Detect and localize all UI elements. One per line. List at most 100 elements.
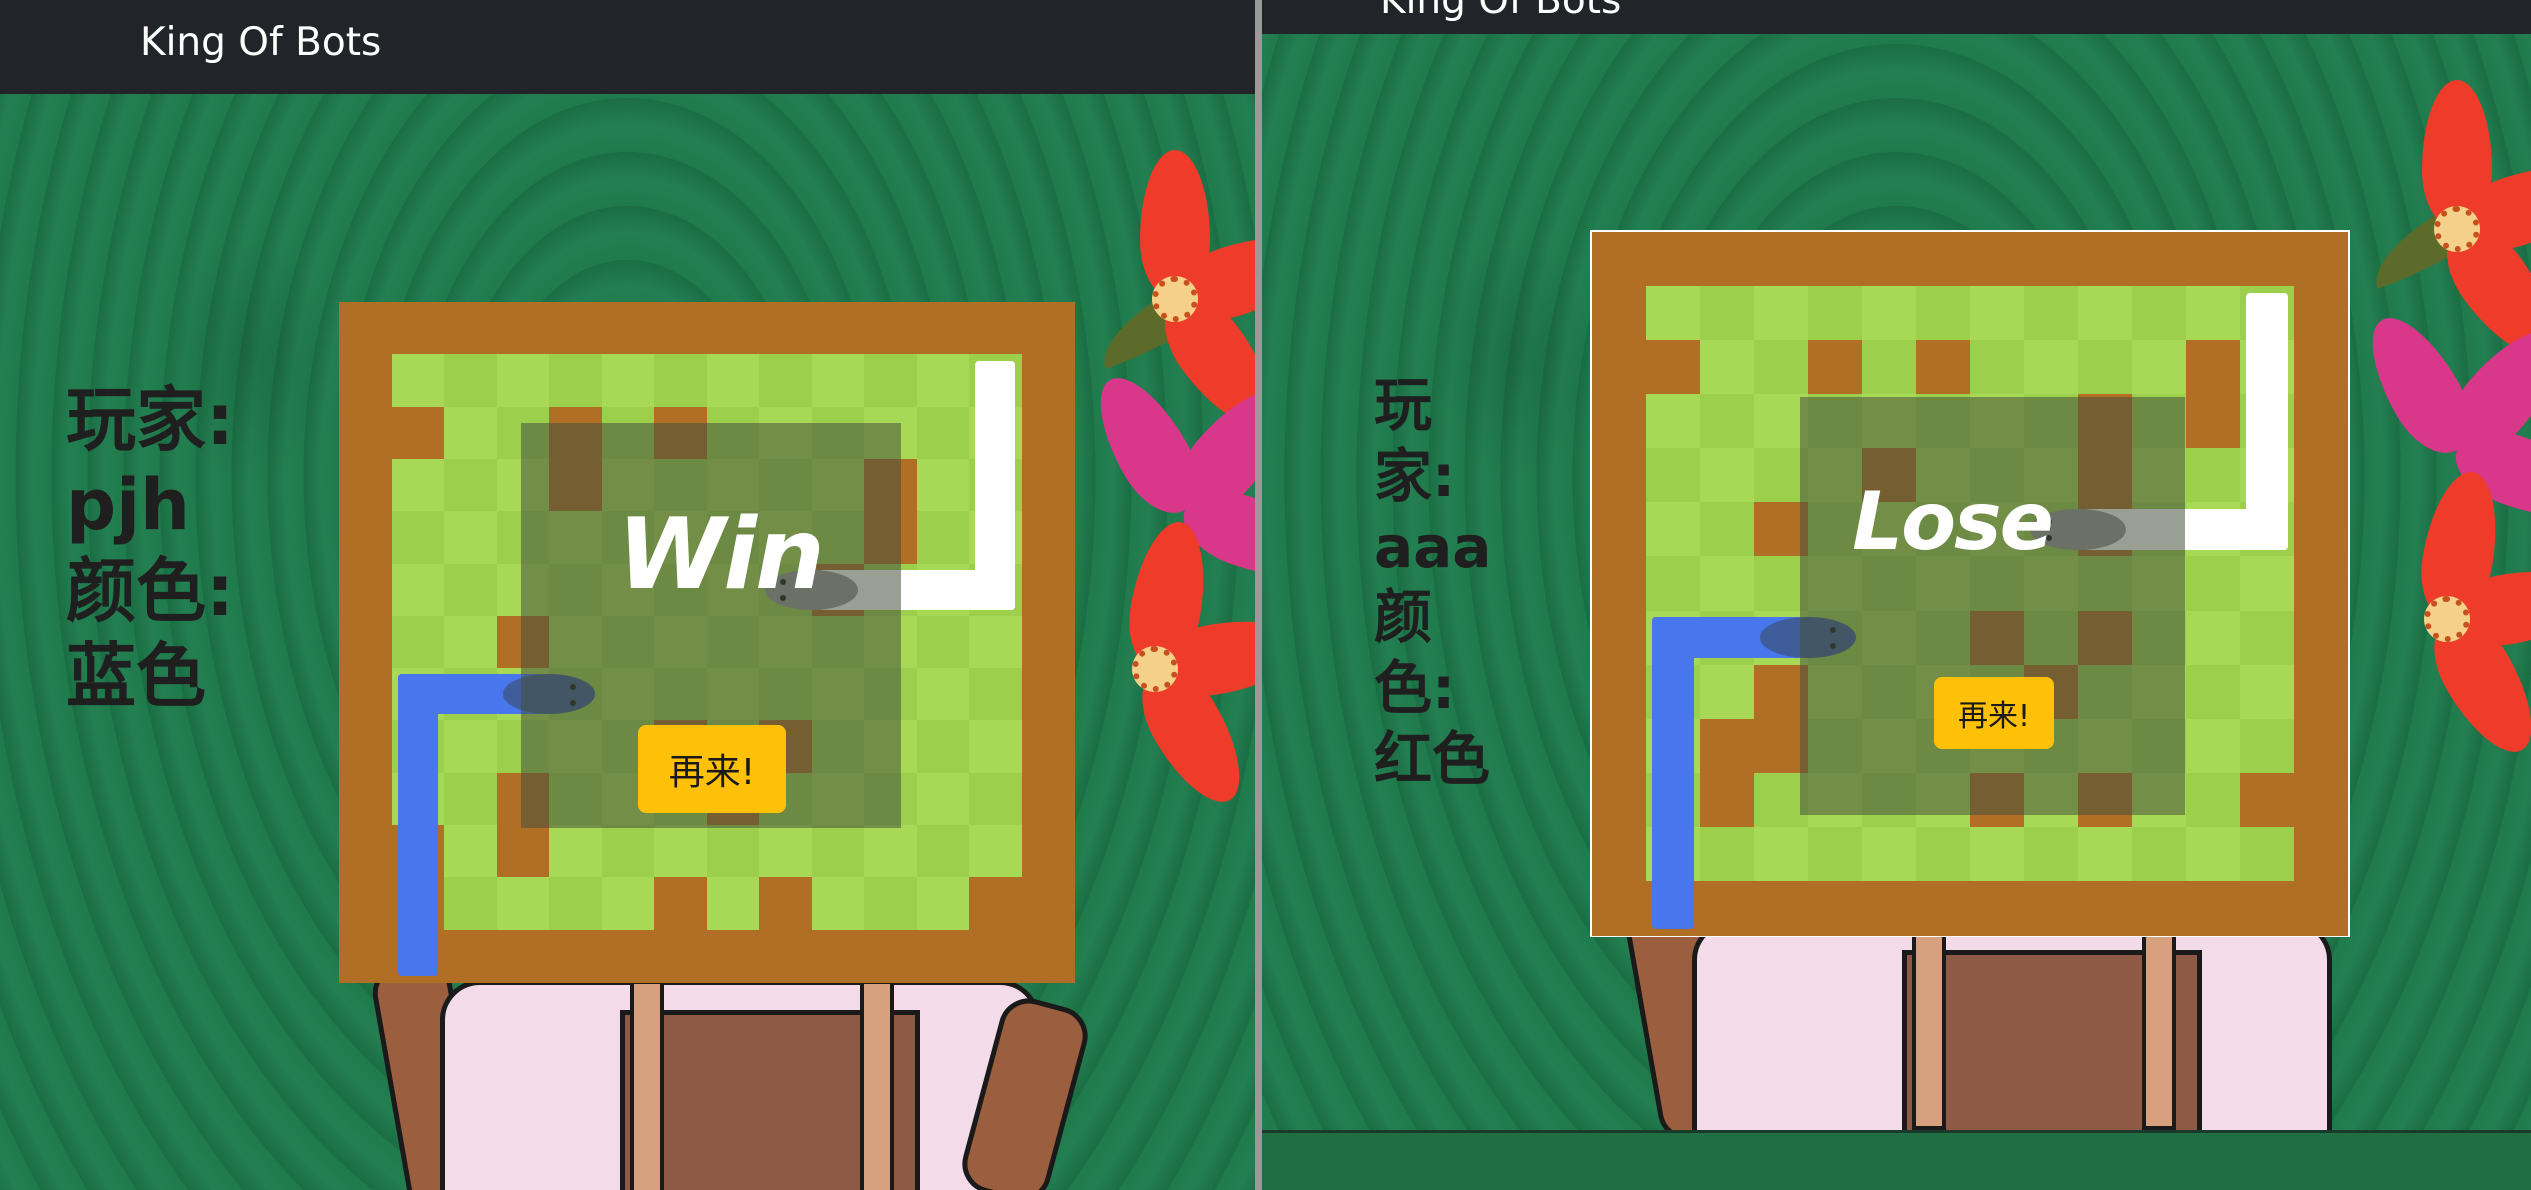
wall-tile	[2294, 772, 2348, 828]
restart-button[interactable]: 再来!	[638, 725, 786, 813]
grass-tile	[2240, 826, 2294, 882]
wall-tile	[1021, 511, 1075, 565]
wall-tile	[1592, 610, 1646, 666]
grass-tile	[759, 825, 812, 879]
wall-tile	[1021, 825, 1075, 879]
wall-tile	[339, 302, 392, 355]
wall-tile	[1592, 826, 1646, 882]
wall-tile	[759, 302, 812, 355]
grass-tile	[811, 354, 865, 408]
grass-tile	[1808, 826, 1862, 882]
grass-tile	[916, 511, 970, 565]
wall-tile	[2294, 286, 2348, 342]
grass-tile	[2240, 664, 2294, 720]
grass-tile	[496, 877, 550, 931]
grass-tile	[1862, 826, 1916, 882]
grass-tile	[969, 615, 1022, 669]
grass-tile	[1700, 664, 1754, 720]
wall-tile	[2186, 340, 2240, 396]
wall-tile	[811, 929, 865, 983]
grass-tile	[1700, 286, 1754, 342]
wall-tile	[1970, 232, 2024, 287]
wall-tile	[549, 302, 602, 355]
grass-tile	[444, 615, 497, 669]
grass-tile	[916, 825, 970, 879]
grass-tile	[916, 772, 970, 826]
grass-tile	[391, 511, 445, 565]
wall-tile	[811, 302, 865, 355]
grass-tile	[1916, 286, 1970, 342]
wall-tile	[1808, 232, 1862, 287]
grass-tile	[2186, 556, 2240, 612]
wall-tile	[1592, 340, 1646, 396]
grass-tile	[864, 825, 917, 879]
wall-tile	[391, 406, 445, 460]
wall-tile	[1808, 340, 1862, 396]
wall-tile	[706, 302, 760, 355]
wall-tile	[916, 929, 970, 983]
grass-tile	[2240, 556, 2294, 612]
wall-tile	[1862, 880, 1916, 936]
grass-tile	[444, 406, 497, 460]
wall-tile	[1021, 877, 1075, 931]
grass-tile	[444, 825, 497, 879]
grass-tile	[601, 354, 655, 408]
wall-tile	[1592, 772, 1646, 828]
grass-tile	[1700, 448, 1754, 504]
grass-tile	[1646, 502, 1700, 558]
wall-tile	[1592, 880, 1646, 936]
wall-tile	[1970, 880, 2024, 936]
grass-tile	[1646, 394, 1700, 450]
wall-tile	[339, 615, 392, 669]
wall-tile	[1021, 668, 1075, 722]
grass-tile	[1754, 340, 1808, 396]
wall-tile	[339, 406, 392, 460]
grass-tile	[706, 877, 760, 931]
grass-tile	[1754, 286, 1808, 342]
grass-tile	[969, 720, 1022, 774]
wall-tile	[339, 772, 392, 826]
grass-tile	[444, 563, 497, 617]
wall-tile	[969, 877, 1022, 931]
wall-tile	[2294, 664, 2348, 720]
navbar-brand[interactable]: King Of Bots	[1380, 0, 1621, 23]
wall-tile	[864, 929, 917, 983]
restart-button[interactable]: 再来!	[1934, 677, 2054, 749]
wall-tile	[2186, 394, 2240, 450]
wall-tile	[444, 929, 497, 983]
wall-tile	[391, 302, 445, 355]
wall-tile	[339, 720, 392, 774]
wall-tile	[2294, 502, 2348, 558]
wall-tile	[1592, 232, 1646, 287]
grass-tile	[391, 458, 445, 512]
wall-tile	[496, 302, 550, 355]
grass-tile	[916, 720, 970, 774]
result-text: Win	[617, 498, 824, 612]
wall-tile	[2294, 556, 2348, 612]
wall-tile	[2294, 232, 2348, 287]
footer-strip	[1262, 1130, 2531, 1190]
wall-tile	[1021, 354, 1075, 408]
wall-tile	[1700, 772, 1754, 828]
grass-tile	[969, 668, 1022, 722]
wall-tile	[1700, 880, 1754, 936]
grass-tile	[444, 720, 497, 774]
grass-tile	[811, 877, 865, 931]
wall-tile	[1700, 718, 1754, 774]
wall-tile	[601, 302, 655, 355]
wall-tile	[2294, 826, 2348, 882]
grass-tile	[496, 354, 550, 408]
grass-tile	[444, 772, 497, 826]
wall-tile	[2024, 232, 2078, 287]
wall-tile	[339, 354, 392, 408]
navbar-brand[interactable]: King Of Bots	[140, 20, 381, 65]
wall-tile	[916, 302, 970, 355]
wall-tile	[339, 458, 392, 512]
wall-tile	[1021, 772, 1075, 826]
result-overlay	[1800, 397, 2185, 815]
wall-tile	[339, 511, 392, 565]
grass-tile	[444, 458, 497, 512]
wall-tile	[2240, 772, 2294, 828]
wall-tile	[2078, 232, 2132, 287]
grass-tile	[1646, 556, 1700, 612]
